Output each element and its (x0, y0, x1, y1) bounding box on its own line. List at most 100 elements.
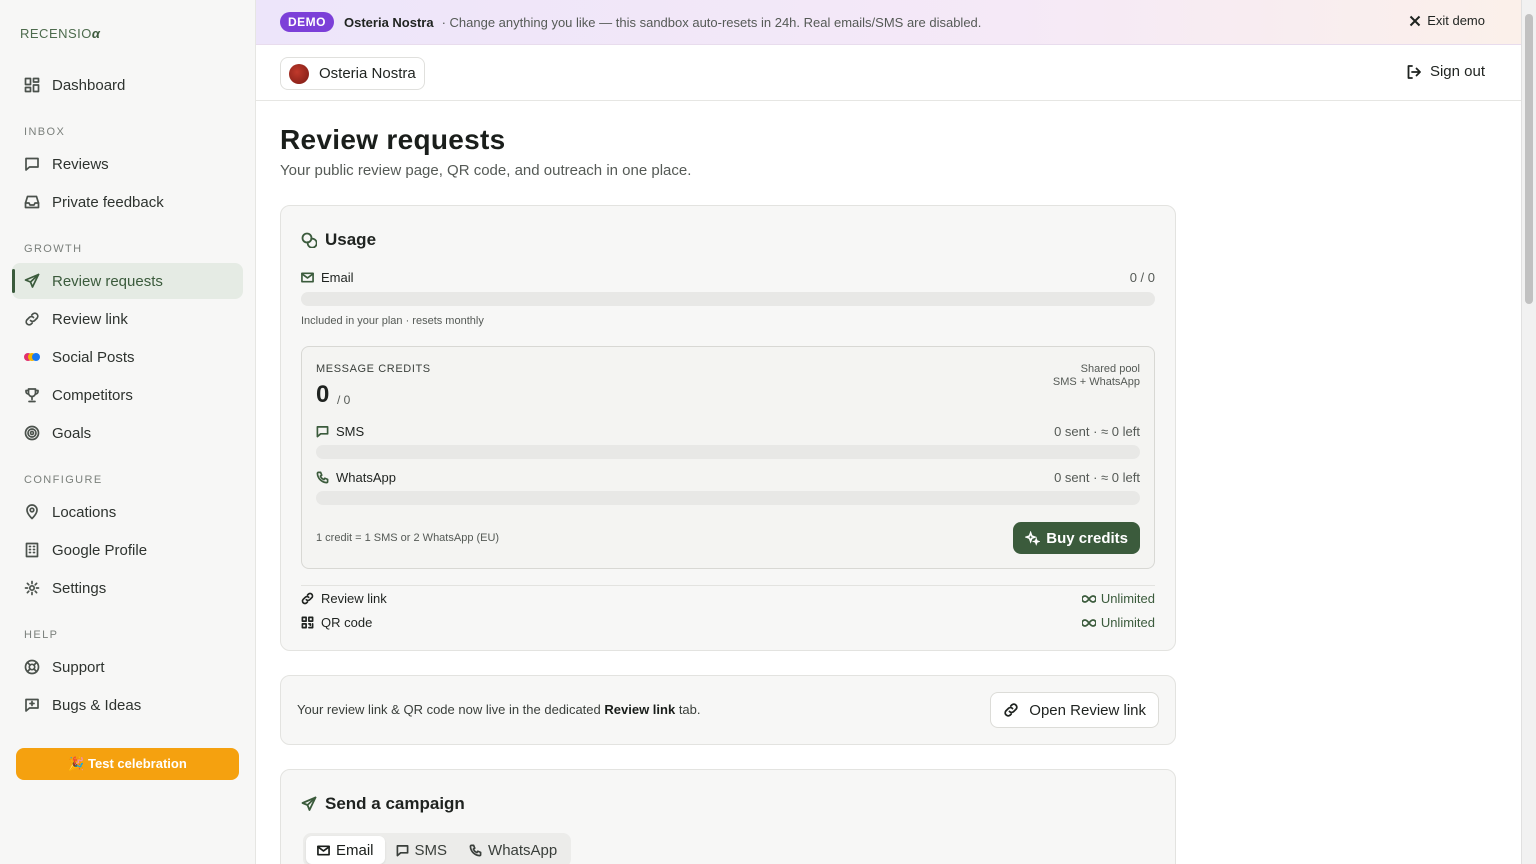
sidebar-item-bugs-ideas[interactable]: Bugs & Ideas (12, 687, 243, 723)
logo-mark: α (91, 26, 101, 41)
sidebar-item-reviews[interactable]: Reviews (12, 146, 243, 182)
tab-whatsapp-label: WhatsApp (488, 841, 558, 859)
tab-whatsapp[interactable]: WhatsApp (458, 836, 568, 864)
review-link-notice-text: Your review link & QR code now live in t… (297, 702, 701, 717)
sidebar: RECENSIOα Dashboard INBOX Reviews Privat… (0, 0, 256, 864)
infinity-icon (1081, 618, 1096, 627)
sidebar-item-label: Locations (52, 503, 117, 521)
social-logos-icon (24, 349, 40, 365)
review-link-unlimited: Unlimited (1081, 591, 1155, 606)
tab-sms[interactable]: SMS (385, 836, 459, 864)
exit-demo-label: Exit demo (1427, 13, 1485, 28)
dashboard-icon (24, 77, 40, 93)
sidebar-item-label: Review requests (52, 272, 163, 290)
pool-line-2: SMS + WhatsApp (1052, 376, 1140, 388)
app-logo[interactable]: RECENSIOα (20, 26, 100, 41)
usage-card: Usage Email 0 / 0 Included in your plan … (280, 205, 1176, 651)
email-label: Email (321, 270, 354, 285)
qr-code-unlimited-text: Unlimited (1100, 615, 1155, 630)
sidebar-item-social-posts[interactable]: Social Posts (12, 339, 243, 375)
whatsapp-label: WhatsApp (336, 470, 396, 485)
notice-suffix: tab. (678, 702, 701, 717)
section-label-inbox: INBOX (24, 126, 66, 138)
scrollbar-thumb[interactable] (1525, 14, 1533, 304)
sidebar-item-google-profile[interactable]: Google Profile (12, 532, 243, 568)
sidebar-item-label: Support (52, 658, 105, 676)
review-link-unlimited-text: Unlimited (1100, 591, 1155, 606)
sms-usage-row: SMS 0 sent · ≈ 0 left (316, 424, 1140, 439)
sidebar-item-label: Settings (52, 579, 107, 597)
send-campaign-title: Send a campaign (301, 794, 465, 814)
sidebar-item-review-requests[interactable]: Review requests (12, 263, 243, 299)
credits-total: / 0 (337, 393, 351, 407)
sparkles-icon (1025, 530, 1041, 546)
test-celebration-button[interactable]: 🎉 Test celebration (16, 748, 239, 780)
gear-icon (24, 580, 40, 596)
link-icon (301, 592, 314, 605)
sidebar-item-label: Competitors (52, 386, 133, 404)
qr-code-unlimited: Unlimited (1081, 615, 1155, 630)
sidebar-item-private-feedback[interactable]: Private feedback (12, 184, 243, 220)
coins-icon (301, 232, 317, 248)
sidebar-item-label: Google Profile (52, 541, 148, 559)
tab-email-label: Email (336, 841, 374, 859)
sidebar-item-support[interactable]: Support (12, 649, 243, 685)
review-link-usage-row: Review link Unlimited (301, 591, 1155, 606)
sidebar-item-label: Bugs & Ideas (52, 696, 142, 714)
logo-text: RECENSIO (20, 26, 92, 41)
sidebar-item-label: Goals (52, 424, 92, 442)
sidebar-item-settings[interactable]: Settings (12, 570, 243, 606)
page-scrollbar[interactable] (1521, 0, 1536, 864)
sidebar-item-dashboard[interactable]: Dashboard (12, 67, 243, 103)
sidebar-item-review-link[interactable]: Review link (12, 301, 243, 337)
life-buoy-icon (24, 659, 40, 675)
demo-banner: DEMO Osteria Nostra · Change anything yo… (256, 0, 1521, 45)
sidebar-item-locations[interactable]: Locations (12, 494, 243, 530)
sign-out-label: Sign out (1429, 63, 1485, 80)
sidebar-item-competitors[interactable]: Competitors (12, 377, 243, 413)
email-progress-bar (301, 292, 1155, 306)
page-subtitle: Your public review page, QR code, and ou… (280, 162, 692, 179)
org-avatar (289, 63, 309, 84)
email-usage-value: 0 / 0 (1129, 270, 1155, 285)
buy-credits-button[interactable]: Buy credits (1013, 522, 1140, 554)
link-icon (1004, 703, 1018, 717)
org-name: Osteria Nostra (319, 65, 416, 82)
whatsapp-usage-value: 0 sent · ≈ 0 left (1054, 470, 1140, 485)
usage-divider (301, 585, 1155, 586)
send-icon (24, 273, 40, 289)
sidebar-item-label: Private feedback (52, 193, 164, 211)
exit-demo-button[interactable]: Exit demo (1409, 13, 1485, 28)
tab-sms-label: SMS (414, 841, 448, 859)
demo-badge: DEMO (280, 12, 334, 32)
tab-email[interactable]: Email (306, 836, 385, 864)
whatsapp-progress-bar (316, 491, 1140, 505)
open-review-link-button[interactable]: Open Review link (990, 692, 1159, 728)
campaign-channel-tabs: Email SMS WhatsApp (303, 833, 572, 864)
credits-count: 0 (316, 381, 330, 408)
section-label-growth: GROWTH (24, 243, 83, 255)
log-out-icon (1407, 64, 1421, 79)
section-label-help: HELP (24, 629, 59, 641)
top-bar: Osteria Nostra Sign out (256, 45, 1521, 101)
qr-code-icon (301, 616, 314, 629)
sms-icon (396, 844, 408, 856)
notice-prefix: Your review link & QR code now live in t… (297, 702, 601, 717)
message-credits-label: MESSAGE CREDITS (316, 363, 431, 375)
message-credits-box: MESSAGE CREDITS 0 / 0 Shared pool SMS + … (301, 346, 1155, 569)
target-icon (24, 425, 40, 441)
send-icon (301, 796, 317, 811)
email-usage-row: Email 0 / 0 (301, 270, 1155, 285)
link-icon (24, 311, 40, 327)
sign-out-button[interactable]: Sign out (1406, 63, 1485, 80)
usage-title-text: Usage (325, 230, 377, 249)
review-link-notice: Your review link & QR code now live in t… (280, 675, 1176, 745)
mail-icon (317, 844, 330, 856)
qr-code-label: QR code (321, 615, 373, 630)
org-switcher[interactable]: Osteria Nostra (280, 57, 425, 90)
pool-line-1: Shared pool (1080, 363, 1140, 375)
message-plus-icon (24, 697, 40, 713)
review-link-label: Review link (321, 591, 387, 606)
close-icon (1409, 15, 1421, 26)
sidebar-item-goals[interactable]: Goals (12, 415, 243, 451)
